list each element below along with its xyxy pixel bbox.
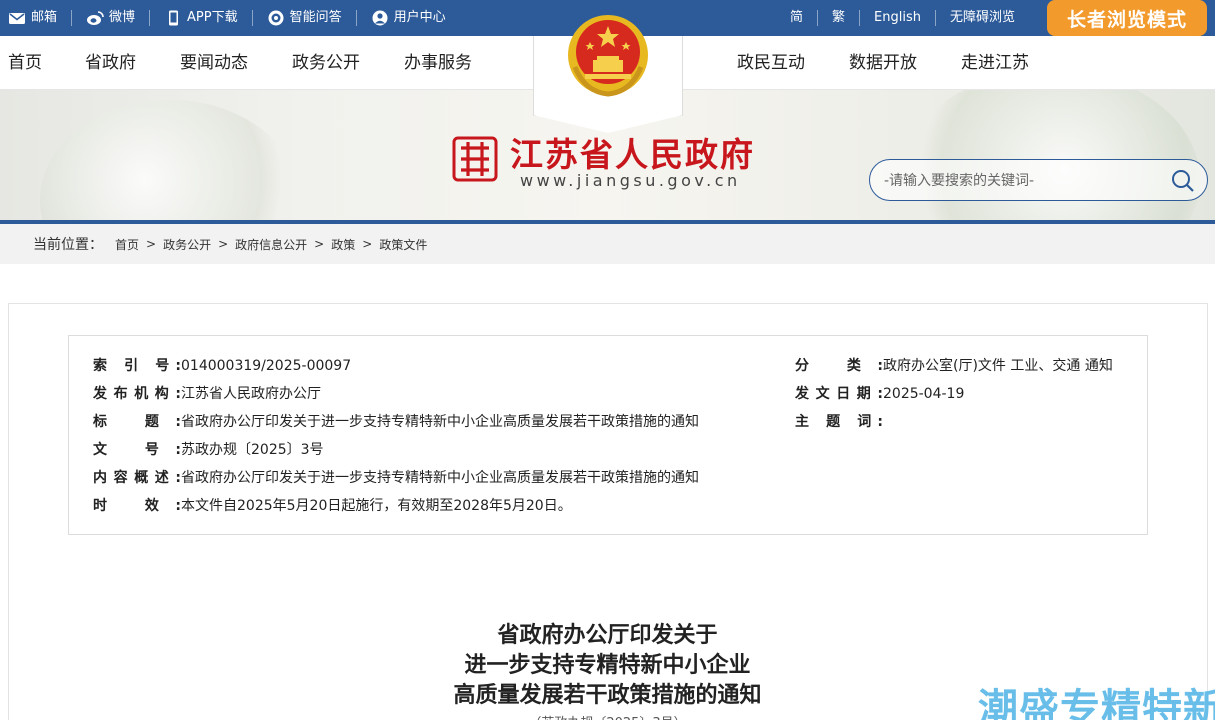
meta-row-org: 发布机构:江苏省人民政府办公厅 [93, 384, 321, 404]
meta-validity-value: 本文件自2025年5月20日起施行，有效期至2028年5月20日。 [181, 498, 572, 514]
chat-icon [268, 10, 284, 26]
phone-icon [169, 10, 179, 26]
meta-title-key: 标 题: [93, 414, 181, 430]
weibo-icon [87, 11, 104, 25]
meta-row-validity: 时 效:本文件自2025年5月20日起施行，有效期至2028年5月20日。 [93, 496, 572, 516]
nav-services[interactable]: 办事服务 [404, 36, 472, 90]
site-title: 江苏省人民政府 [510, 135, 755, 174]
breadcrumb-separator: > [146, 237, 157, 251]
meta-category-value: 政府办公室(厅)文件 工业、交通 通知 [883, 358, 1113, 374]
topbar-qa-label: 智能问答 [289, 10, 342, 25]
lang-traditional-link[interactable]: 繁 [817, 10, 859, 26]
lang-english-link[interactable]: English [859, 10, 935, 26]
mail-icon [9, 13, 25, 24]
document-title-line-1: 省政府办公厅印发关于 [497, 622, 718, 648]
accessibility-link[interactable]: 无障碍浏览 [934, 10, 1029, 26]
meta-org-value: 江苏省人民政府办公厅 [181, 386, 321, 402]
topbar-user-label: 用户中心 [393, 10, 446, 25]
nav-home[interactable]: 首页 [8, 36, 42, 90]
nav-provincial-gov[interactable]: 省政府 [85, 36, 136, 90]
document-title-line-2: 进一步支持专精特新中小企业 [464, 652, 751, 678]
nav-news[interactable]: 要闻动态 [180, 36, 248, 90]
user-icon [372, 10, 388, 26]
meta-docno-key: 文 号: [93, 442, 181, 458]
elder-mode-button[interactable]: 长者浏览模式 [1047, 0, 1207, 36]
breadcrumb: 当前位置： 首页 > 政务公开 > 政府信息公开 > 政策 > 政策文件 [33, 224, 427, 264]
meta-row-keywords: 主 题 词: [795, 412, 883, 432]
meta-row-summary: 内容概述:省政府办公厅印发关于进一步支持专精特新中小企业高质量发展若干政策措施的… [93, 468, 699, 488]
meta-org-key: 发布机构: [93, 386, 181, 402]
watermark-text: 潮盛专精特新 [978, 686, 1215, 720]
nav-about-jiangsu[interactable]: 走进江苏 [961, 36, 1029, 90]
topbar-app-label: APP下载 [187, 10, 238, 25]
meta-date-key: 发文日期: [795, 386, 883, 402]
meta-index-key: 索 引 号: [93, 358, 181, 374]
topbar-mail-label: 邮箱 [31, 10, 58, 25]
meta-row-index: 索 引 号:014000319/2025-00097 [93, 356, 351, 376]
jiangsu-logo-icon[interactable] [452, 136, 498, 182]
breadcrumb-separator: > [218, 237, 229, 251]
meta-row-category: 分 类:政府办公室(厅)文件 工业、交通 通知 [795, 356, 1113, 376]
site-url: www.jiangsu.gov.cn [520, 171, 741, 190]
breadcrumb-gov-affairs[interactable]: 政务公开 [163, 236, 211, 253]
meta-summary-value: 省政府办公厅印发关于进一步支持专精特新中小企业高质量发展若干政策措施的通知 [181, 470, 699, 486]
breadcrumb-info-disclosure[interactable]: 政府信息公开 [235, 236, 307, 253]
nav-gov-affairs[interactable]: 政务公开 [292, 36, 360, 90]
topbar-weibo-link[interactable]: 微博 [86, 10, 151, 26]
meta-keywords-key: 主 题 词: [795, 414, 883, 430]
topbar-weibo-label: 微博 [109, 10, 136, 25]
breadcrumb-label: 当前位置： [33, 237, 103, 253]
topbar-mail-link[interactable]: 邮箱 [8, 10, 73, 26]
breadcrumb-separator: > [362, 237, 373, 251]
lang-simplified-link[interactable]: 简 [776, 10, 817, 26]
nav-open-data[interactable]: 数据开放 [849, 36, 917, 90]
topbar-lang-links: 简 繁 English 无障碍浏览 [776, 0, 1029, 36]
search-box [869, 159, 1208, 201]
breadcrumb-policy-docs[interactable]: 政策文件 [379, 236, 427, 253]
meta-docno-value: 苏政办规〔2025〕3号 [181, 442, 324, 458]
meta-validity-key: 时 效: [93, 498, 181, 514]
breadcrumb-separator: > [314, 237, 325, 251]
national-emblem-icon[interactable] [565, 12, 651, 98]
meta-summary-key: 内容概述: [93, 470, 181, 486]
topbar-app-link[interactable]: APP下载 [164, 10, 253, 26]
meta-row-docno: 文 号:苏政办规〔2025〕3号 [93, 440, 324, 460]
search-icon[interactable] [1171, 169, 1195, 193]
topbar-left-links: 邮箱 微博 APP下载 智能问答 用户中心 [8, 0, 474, 36]
meta-index-value: 014000319/2025-00097 [181, 358, 352, 374]
topbar-user-link[interactable]: 用户中心 [371, 10, 460, 26]
meta-date-value: 2025-04-19 [883, 386, 965, 402]
meta-row-date: 发文日期:2025-04-19 [795, 384, 964, 404]
search-input[interactable] [884, 170, 1164, 192]
breadcrumb-policy[interactable]: 政策 [331, 236, 355, 253]
meta-title-value: 省政府办公厅印发关于进一步支持专精特新中小企业高质量发展若干政策措施的通知 [181, 414, 699, 430]
breadcrumb-bar: 当前位置： 首页 > 政务公开 > 政府信息公开 > 政策 > 政策文件 [0, 224, 1215, 264]
meta-row-title: 标 题:省政府办公厅印发关于进一步支持专精特新中小企业高质量发展若干政策措施的通… [93, 412, 699, 432]
breadcrumb-home[interactable]: 首页 [115, 236, 139, 253]
document-meta-table: 索 引 号:014000319/2025-00097 发布机构:江苏省人民政府办… [68, 335, 1148, 535]
nav-interaction[interactable]: 政民互动 [737, 36, 805, 90]
topbar-qa-link[interactable]: 智能问答 [267, 10, 357, 26]
meta-category-key: 分 类: [795, 358, 883, 374]
